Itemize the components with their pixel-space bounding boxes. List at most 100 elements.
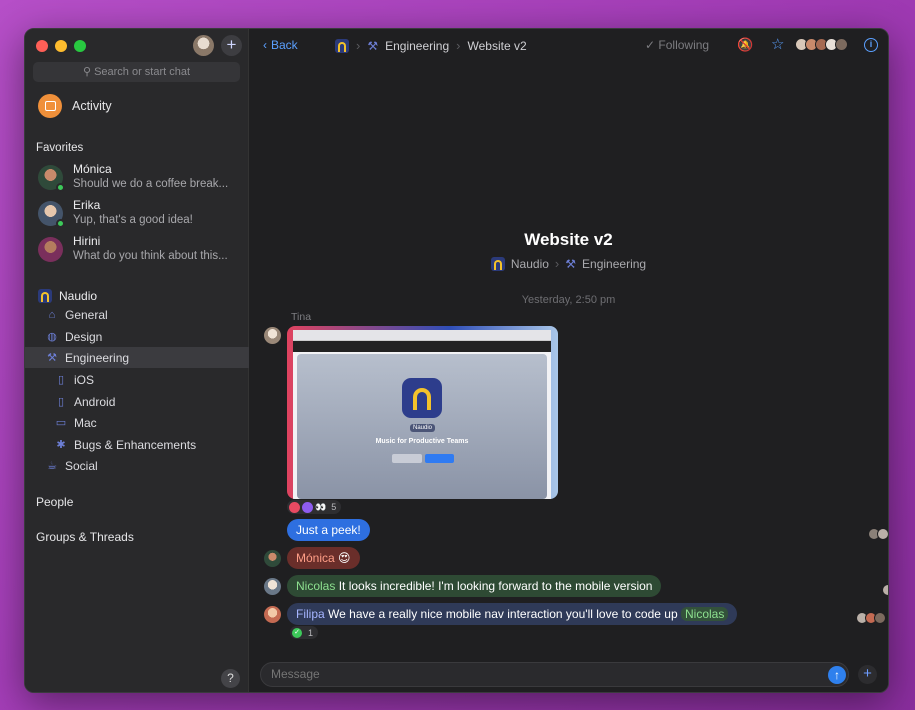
naudio-logo-icon (490, 256, 505, 271)
read-receipts (882, 584, 888, 596)
message-composer: ↑ (260, 662, 849, 687)
home-icon: ⌂ (48, 308, 56, 321)
favorite-erika[interactable]: Erika Yup, that's a good idea! (38, 198, 243, 228)
sidebar-item-ios[interactable]: ▯ iOS (25, 369, 249, 390)
sidebar-item-engineering[interactable]: ⚒ Engineering (25, 347, 249, 368)
channel-label: Design (65, 329, 103, 344)
message-sender: Nicolas (296, 579, 336, 593)
chevron-left-icon: ‹ (263, 38, 267, 52)
following-button[interactable]: ✓ Following (645, 38, 709, 52)
sidebar-item-social[interactable]: ☕ Social (25, 455, 249, 476)
checkmark-icon: ✓ (645, 38, 656, 52)
avatar[interactable] (264, 606, 281, 623)
sidebar-item-bugs[interactable]: ✱ Bugs & Enhancements (25, 434, 249, 455)
minimize-window-button[interactable] (55, 40, 67, 52)
reactions[interactable]: 👀 5 (287, 500, 342, 514)
site-nav (293, 341, 551, 352)
favorite-monica[interactable]: Mónica Should we do a coffee break... (38, 162, 243, 192)
search-icon: ⚲ (82, 66, 91, 78)
info-icon[interactable]: i (864, 38, 878, 52)
star-icon[interactable]: ☆ (771, 35, 784, 53)
favorites-title: Favorites (36, 142, 84, 154)
channel-parent[interactable]: Engineering (582, 257, 646, 271)
channel-label: Bugs & Enhancements (74, 437, 197, 452)
desktop-icon: ▭ (55, 416, 67, 429)
message-bubble[interactable]: Mónica 😍 (287, 547, 360, 569)
channel-label: Mac (74, 415, 97, 430)
chat-header: ‹ Back › ⚒ Engineering › Website v2 ✓ Fo… (249, 29, 888, 63)
search-input[interactable]: ⚲ Search or start chat (33, 62, 240, 82)
breadcrumb-parent[interactable]: Engineering (385, 39, 449, 53)
chevron-right-icon: › (456, 38, 461, 53)
my-avatar[interactable] (193, 35, 214, 56)
online-indicator (56, 183, 65, 192)
message-bubble[interactable]: Filipa We have a really nice mobile nav … (287, 603, 738, 625)
avatar[interactable] (264, 578, 281, 595)
sidebar-item-general[interactable]: ⌂ General (25, 304, 249, 325)
channel-label: iOS (74, 372, 95, 387)
channel-label: General (65, 307, 108, 322)
back-button[interactable]: ‹ Back (263, 38, 298, 52)
reactions[interactable]: ✓ 1 (290, 626, 319, 639)
close-window-button[interactable] (36, 40, 48, 52)
sidebar: + ⚲ Search or start chat Activity Favori… (25, 29, 249, 692)
checkmark-reaction-icon: ✓ (292, 627, 302, 638)
maximize-window-button[interactable] (74, 40, 86, 52)
favorite-message: Yup, that's a good idea! (73, 214, 193, 226)
message-sender: Mónica (296, 551, 335, 565)
help-button[interactable]: ? (221, 669, 240, 688)
sidebar-item-activity[interactable]: Activity (38, 94, 112, 118)
day-separator: Yesterday, 2:50 pm (521, 294, 616, 306)
avatar (38, 165, 65, 192)
favorite-name: Hirini (73, 234, 101, 248)
avatar[interactable] (264, 327, 281, 344)
favorite-message: Should we do a coffee break... (73, 178, 229, 190)
sender-name: Tina (291, 311, 312, 323)
message-bubble[interactable]: Nicolas It looks incredible! I'm looking… (287, 575, 662, 597)
send-button[interactable]: ↑ (828, 666, 846, 684)
message-text: It looks incredible! I'm looking forward… (338, 579, 653, 593)
naudio-logo-icon (38, 289, 52, 303)
workspace-header[interactable]: Naudio (38, 289, 97, 303)
sidebar-item-design[interactable]: ◍ Design (25, 326, 249, 347)
user-mention[interactable]: Nicolas (680, 607, 729, 621)
channel-label: Android (74, 394, 116, 409)
palette-icon: ◍ (47, 330, 57, 343)
search-placeholder: Search or start chat (94, 66, 191, 78)
message-text: We have a really nice mobile nav interac… (328, 607, 678, 621)
mute-bell-icon[interactable]: 🔕 (737, 37, 753, 53)
channel-label: Social (65, 458, 98, 473)
inbox-icon (38, 94, 62, 118)
sidebar-item-mac[interactable]: ▭ Mac (25, 412, 249, 433)
chevron-right-icon: › (554, 256, 560, 271)
avatar (38, 201, 65, 228)
member-avatars[interactable] (795, 38, 848, 51)
avatar[interactable] (264, 550, 281, 567)
hammer-icon: ⚒ (47, 351, 57, 364)
reaction-count: 5 (331, 502, 337, 512)
naudio-logo-icon[interactable] (335, 38, 349, 53)
image-attachment[interactable]: Naudio Music for Productive Teams (287, 326, 558, 499)
sidebar-item-groups-threads[interactable]: Groups & Threads (36, 530, 134, 544)
sidebar-item-people[interactable]: People (36, 495, 73, 509)
message-bubble[interactable]: Just a peek! (287, 519, 370, 541)
sparkle-reaction-icon (302, 501, 313, 513)
sidebar-item-android[interactable]: ▯ Android (25, 391, 249, 412)
hero-tag: Naudio (410, 424, 436, 432)
phone-icon: ▯ (57, 395, 65, 408)
hammer-icon: ⚒ (565, 256, 577, 271)
favorite-hirini[interactable]: Hirini What do you think about this... (38, 234, 243, 264)
message-input[interactable] (271, 663, 811, 686)
avatar (38, 237, 63, 262)
eyes-reaction-icon: 👀 (315, 501, 327, 512)
reaction-count: 1 (308, 627, 314, 638)
chevron-right-icon: › (356, 38, 361, 53)
hammer-icon: ⚒ (367, 38, 379, 53)
channel-workspace[interactable]: Naudio (511, 257, 549, 271)
attach-button[interactable]: + (858, 665, 877, 684)
message-sender: Filipa (296, 607, 325, 621)
new-chat-button[interactable]: + (221, 35, 242, 56)
hero-headline: Music for Productive Teams (375, 438, 469, 445)
hero-button (392, 454, 422, 463)
online-indicator (56, 219, 65, 228)
